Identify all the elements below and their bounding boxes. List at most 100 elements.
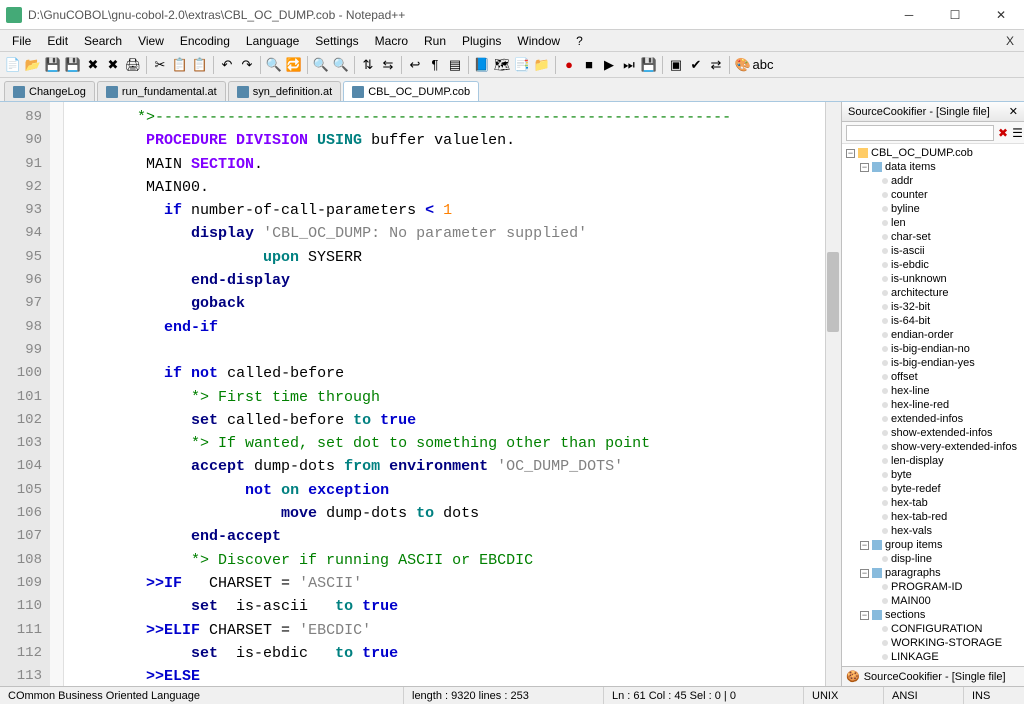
undo-icon[interactable]: ↶ [218,56,236,74]
tree-item[interactable]: extended-infos [842,412,1024,426]
cut-icon[interactable]: ✂ [151,56,169,74]
clear-icon[interactable]: ✖ [998,126,1008,140]
menu-file[interactable]: File [4,32,39,50]
plugin1-icon[interactable]: 🎨 [734,56,752,74]
save-icon[interactable]: 💾 [44,56,62,74]
panel-close-icon[interactable]: ✕ [1009,105,1018,118]
new-icon[interactable]: 📄 [4,56,22,74]
menu-encoding[interactable]: Encoding [172,32,238,50]
copy-icon[interactable]: 📋 [171,56,189,74]
tree-item[interactable]: WORKING-STORAGE [842,636,1024,650]
tree-item[interactable]: addr [842,174,1024,188]
tree-item[interactable]: byte [842,468,1024,482]
sync-h-icon[interactable]: ⇆ [379,56,397,74]
menu-edit[interactable]: Edit [39,32,76,50]
sync-v-icon[interactable]: ⇅ [359,56,377,74]
tree-item[interactable]: char-set [842,230,1024,244]
indent-guide-icon[interactable]: ▤ [446,56,464,74]
tree-item[interactable]: −group items [842,538,1024,552]
tree-item[interactable]: counter [842,188,1024,202]
open-icon[interactable]: 📂 [24,56,42,74]
compare-icon[interactable]: ⇄ [707,56,725,74]
spellcheck-icon[interactable]: ✔ [687,56,705,74]
save-macro-icon[interactable]: 💾 [640,56,658,74]
menu-window[interactable]: Window [509,32,568,50]
redo-icon[interactable]: ↷ [238,56,256,74]
play-multi-icon[interactable]: ⏭ [620,56,638,74]
tab-syn-definition[interactable]: syn_definition.at [228,81,342,101]
tab-run-fundamental[interactable]: run_fundamental.at [97,81,226,101]
tree-item[interactable]: offset [842,370,1024,384]
func-list-icon[interactable]: 📑 [513,56,531,74]
tree-item[interactable]: is-32-bit [842,300,1024,314]
record-icon[interactable]: ● [560,56,578,74]
menu-help[interactable]: ? [568,32,591,50]
maximize-button[interactable]: ☐ [932,0,978,30]
doc-map-icon[interactable]: 🗺 [493,56,511,74]
tree-item[interactable]: byline [842,202,1024,216]
tree-item[interactable]: hex-tab-red [842,510,1024,524]
code-area[interactable]: *>--------------------------------------… [64,102,841,686]
tree-item[interactable]: −sections [842,608,1024,622]
menu-settings[interactable]: Settings [307,32,366,50]
print-icon[interactable]: 🖨 [124,56,142,74]
save-all-icon[interactable]: 💾 [64,56,82,74]
editor[interactable]: 8990919293949596979899100101102103104105… [0,102,841,686]
tree-item[interactable]: is-ascii [842,244,1024,258]
tab-changelog[interactable]: ChangeLog [4,81,95,101]
tree-item[interactable]: hex-tab [842,496,1024,510]
tree-item[interactable]: −data items [842,160,1024,174]
paste-icon[interactable]: 📋 [191,56,209,74]
tree-item[interactable]: is-big-endian-yes [842,356,1024,370]
menu-language[interactable]: Language [238,32,307,50]
find-icon[interactable]: 🔍 [265,56,283,74]
lang-icon[interactable]: 📘 [473,56,491,74]
panel-search-input[interactable] [846,125,994,141]
tree-item[interactable]: endian-order [842,328,1024,342]
plugin2-icon[interactable]: abc [754,56,772,74]
fold-column[interactable] [50,102,64,686]
tree-item[interactable]: is-big-endian-no [842,342,1024,356]
tree-item[interactable]: show-extended-infos [842,426,1024,440]
menu-view[interactable]: View [130,32,172,50]
tab-cbl-oc-dump[interactable]: CBL_OC_DUMP.cob [343,81,479,101]
menubar-close-icon[interactable]: X [1000,34,1020,48]
symbol-tree[interactable]: −CBL_OC_DUMP.cob−data itemsaddrcounterby… [842,144,1024,666]
folder-icon[interactable]: 📁 [533,56,551,74]
menu-search[interactable]: Search [76,32,130,50]
tree-item[interactable]: show-very-extended-infos [842,440,1024,454]
tree-item[interactable]: is-unknown [842,272,1024,286]
vertical-scrollbar[interactable] [825,102,841,686]
tree-item[interactable]: MAIN00 [842,594,1024,608]
tree-item[interactable]: LINKAGE [842,650,1024,664]
menu-macro[interactable]: Macro [367,32,416,50]
tree-item[interactable]: −paragraphs [842,566,1024,580]
tree-item[interactable]: CONFIGURATION [842,622,1024,636]
console-icon[interactable]: ▣ [667,56,685,74]
minimize-button[interactable]: ─ [886,0,932,30]
play-icon[interactable]: ▶ [600,56,618,74]
close-file-icon[interactable]: ✖ [84,56,102,74]
tree-item[interactable]: hex-line-red [842,398,1024,412]
menu-plugins[interactable]: Plugins [454,32,509,50]
tree-item[interactable]: is-64-bit [842,314,1024,328]
tree-item[interactable]: PROGRAM-ID [842,580,1024,594]
show-all-chars-icon[interactable]: ¶ [426,56,444,74]
tree-item[interactable]: len [842,216,1024,230]
tree-item[interactable]: architecture [842,286,1024,300]
filter-icon[interactable]: ☰ [1012,126,1023,140]
tree-item[interactable]: byte-redef [842,482,1024,496]
close-all-icon[interactable]: ✖ [104,56,122,74]
stop-icon[interactable]: ■ [580,56,598,74]
close-button[interactable]: ✕ [978,0,1024,30]
tree-item[interactable]: disp-line [842,552,1024,566]
zoom-in-icon[interactable]: 🔍 [312,56,330,74]
tree-item[interactable]: is-ebdic [842,258,1024,272]
tree-item[interactable]: −CBL_OC_DUMP.cob [842,146,1024,160]
wordwrap-icon[interactable]: ↩ [406,56,424,74]
replace-icon[interactable]: 🔁 [285,56,303,74]
tree-item[interactable]: hex-vals [842,524,1024,538]
tree-item[interactable]: len-display [842,454,1024,468]
tree-item[interactable]: hex-line [842,384,1024,398]
scrollbar-thumb[interactable] [827,252,839,332]
